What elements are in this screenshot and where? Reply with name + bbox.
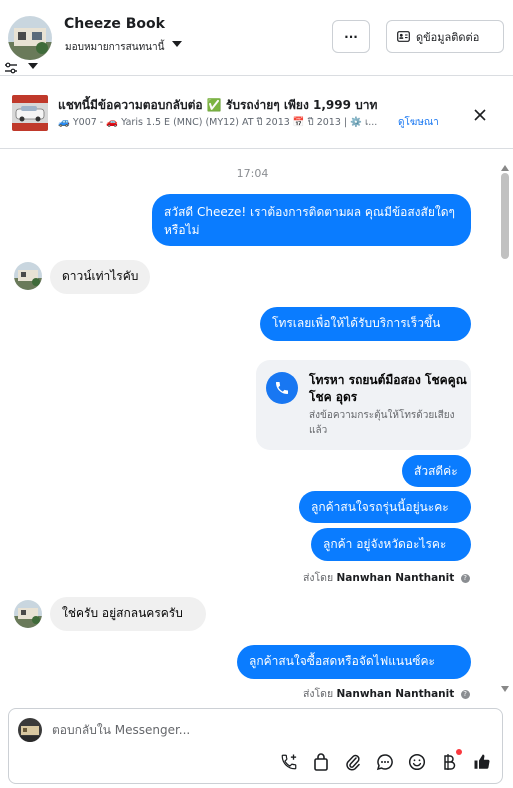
message-text: สัวสดีค่ะ [414,464,458,478]
contact-card-icon [397,31,410,42]
close-icon[interactable] [474,106,486,125]
outgoing-message[interactable]: สวัสดี Cheeze! เราต้องการติดตามผล คุณมีข… [152,194,471,246]
assign-conversation-label[interactable]: มอบหมายการสนทนานี้ [65,40,164,55]
incoming-message[interactable]: ดาวน์เท่าไรคับ [50,260,151,294]
message-text: ลูกค้าสนใจรถรุ่นนี้อยู่นะคะ [311,500,449,514]
outgoing-message[interactable]: โทรเลยเพื่อให้ได้รับบริการเร็วขึ้น [260,307,471,341]
paperclip-icon[interactable] [343,752,363,772]
message-text: ลูกค้าสนใจซื้อสดหรือจัดไฟแนนซ์คะ [249,654,435,668]
avatar[interactable] [8,16,52,60]
info-icon[interactable]: ? [460,689,470,699]
scroll-down-arrow-icon[interactable] [501,686,509,692]
sent-by-prefix: ส่งโดย [303,688,334,700]
conversation-header: Cheeze Book มอบหมายการสนทนานี้ ··· ดูข้อ [0,0,513,76]
view-contact-info-label: ดูข้อมูลติดต่อ [416,30,480,44]
info-icon[interactable]: ? [460,573,470,583]
contact-name: Cheeze Book [64,16,165,32]
outgoing-message[interactable]: สัวสดีค่ะ [402,455,471,487]
more-icon: ··· [344,29,358,44]
ad-subtitle: 🚙 Y007 - 🚗 Yaris 1.5 E (MNC) (MY12) AT ป… [58,117,378,128]
baht-icon[interactable] [439,752,459,772]
message-text: ลูกค้า อยู่จังหวัดอะไรคะ [323,537,447,551]
sent-by-prefix: ส่งโดย [303,572,334,584]
reply-input[interactable] [52,720,482,740]
emoji-icon[interactable] [407,752,427,772]
view-contact-info-button[interactable]: ดูข้อมูลติดต่อ [386,20,504,53]
ad-banner: แชทนี้มีข้อความตอบกลับต่อ ✅ รับรถง่ายๆ เ… [0,77,513,149]
sender-name: Nanwhan Nanthanit [336,572,455,584]
sliders-icon[interactable] [4,59,18,78]
sent-by-label: ส่งโดย Nanwhan Nanthanit ? [303,569,470,586]
ad-title: แชทนี้มีข้อความตอบกลับต่อ ✅ รับรถง่ายๆ เ… [58,98,378,112]
chevron-down-icon[interactable] [28,63,38,69]
message-timestamp: 17:04 [236,167,269,180]
avatar-image-icon [8,16,52,60]
message-text: ดาวน์เท่าไรคับ [62,269,139,283]
more-options-button[interactable]: ··· [332,20,370,53]
avatar[interactable] [14,262,42,290]
message-text: ใช่ครับ อยู่สกลนครครับ [62,606,183,620]
avatar-image-icon [14,600,42,628]
add-call-icon[interactable] [279,752,299,772]
notification-dot [456,749,462,755]
message-text: สวัสดี Cheeze! เราต้องการติดตามผล คุณมีข… [164,205,455,237]
message-composer [8,708,503,784]
view-ad-link[interactable]: ดูโฆษณา [398,115,439,130]
chat-bubble-icon[interactable] [375,752,395,772]
phone-icon [266,372,298,404]
conversation-scrollbar[interactable] [500,165,510,695]
outgoing-message[interactable]: ลูกค้าสนใจซื้อสดหรือจัดไฟแนนซ์คะ [237,645,471,679]
car-ad-image-icon [12,95,48,131]
message-text: โทรเลยเพื่อให้ได้รับบริการเร็วขึ้น [272,316,441,330]
call-card-title: โทรหา รถยนต์มือสอง โชคคูณโชค อุดร [309,373,467,404]
sent-by-label: ส่งโดย Nanwhan Nanthanit ? [303,685,470,702]
shopping-bag-icon[interactable] [311,752,331,772]
incoming-message[interactable]: ใช่ครับ อยู่สกลนครครับ [50,597,206,631]
avatar-image-icon [14,262,42,290]
avatar [18,718,42,742]
sender-name: Nanwhan Nanthanit [336,688,455,700]
avatar-image-icon [18,718,42,742]
scrollbar-thumb[interactable] [501,173,509,259]
chevron-down-icon[interactable] [172,41,182,47]
avatar[interactable] [14,600,42,628]
messenger-panel: Cheeze Book มอบหมายการสนทนานี้ ··· ดูข้อ [0,0,513,788]
call-card-subtitle: ส่งข้อความกระตุ้นให้โทรด้วยเสียงแล้ว [309,410,455,436]
call-request-card[interactable]: โทรหา รถยนต์มือสอง โชคคูณโชค อุดร ส่งข้อ… [256,360,471,450]
outgoing-message[interactable]: ลูกค้าสนใจรถรุ่นนี้อยู่นะคะ [299,491,471,523]
outgoing-message[interactable]: ลูกค้า อยู่จังหวัดอะไรคะ [311,528,471,561]
ad-thumbnail [12,95,48,131]
thumbs-up-icon[interactable] [472,752,492,772]
